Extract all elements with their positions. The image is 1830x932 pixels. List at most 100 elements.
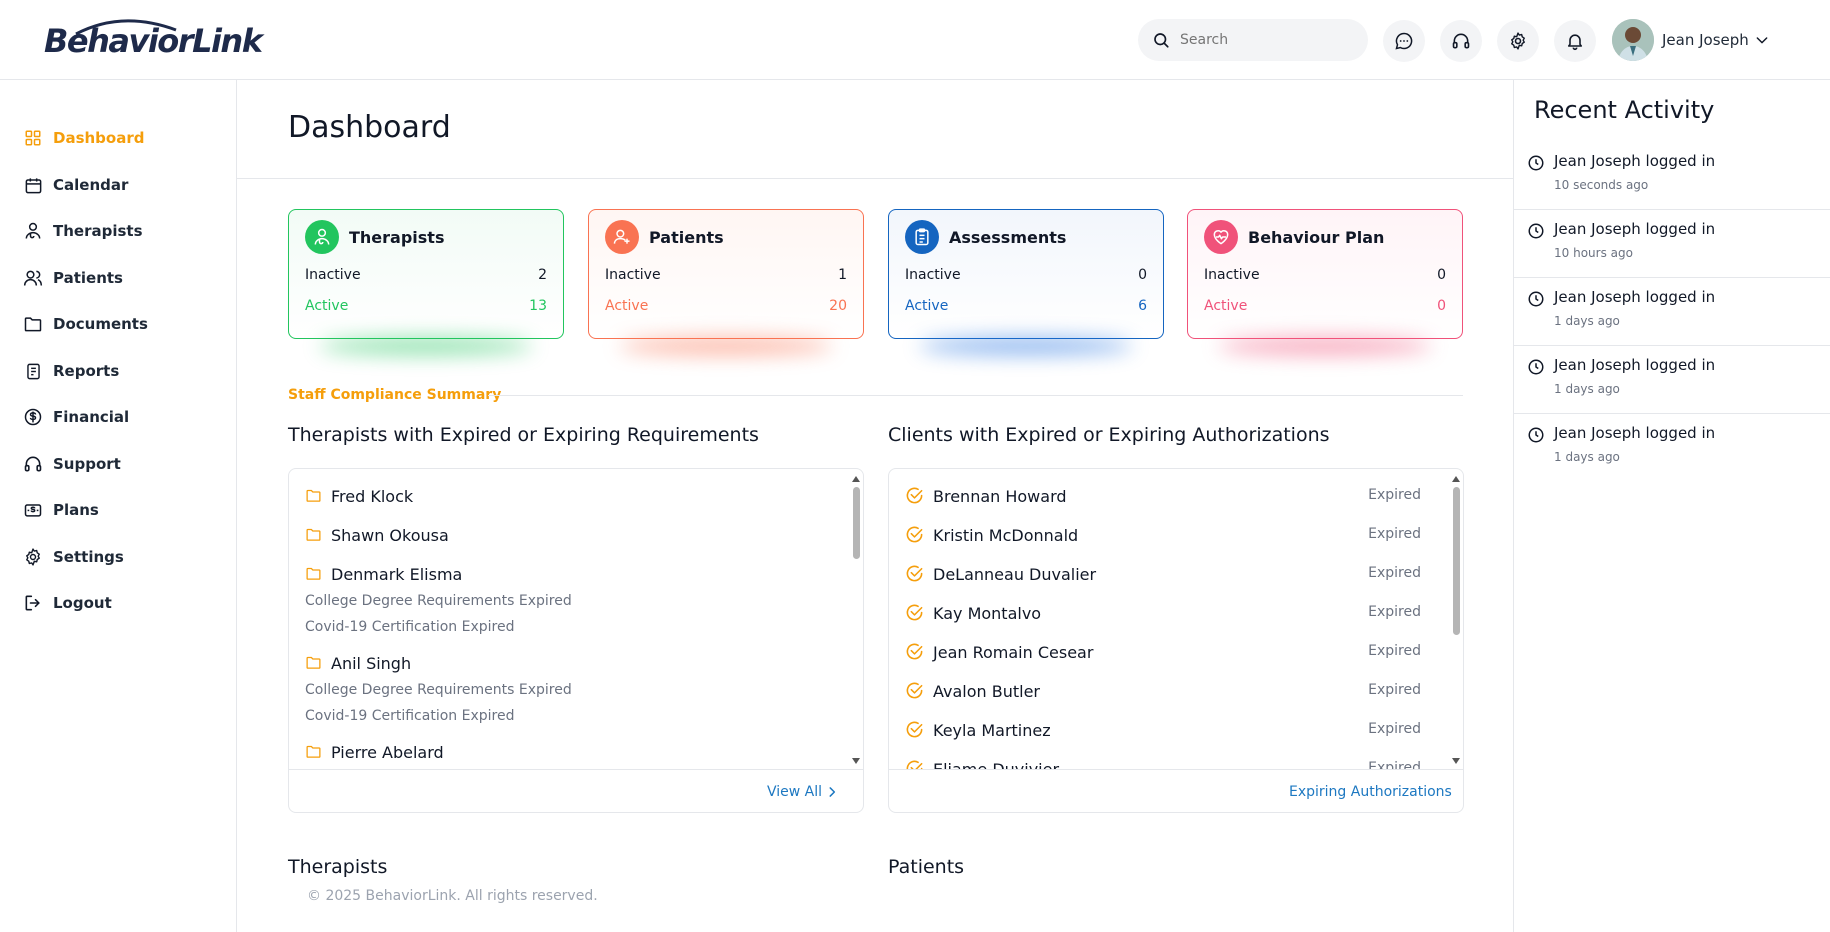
divider [488, 395, 1463, 396]
list-item[interactable]: Keyla Martinez Expired [905, 720, 1445, 744]
clock-icon [1528, 427, 1544, 443]
sidebar-item-patients[interactable]: Patients [22, 266, 123, 290]
sidebar-item-financial[interactable]: Financial [22, 405, 129, 429]
folder-icon [306, 528, 321, 541]
sidebar-item-calendar[interactable]: Calendar [22, 173, 128, 197]
status-label: Expired [1368, 487, 1421, 503]
sidebar-item-logout[interactable]: Logout [22, 591, 112, 615]
status-label: Expired [1368, 643, 1421, 659]
report-icon [22, 360, 44, 382]
patients-section-title: Patients [888, 856, 965, 878]
clipboard-icon [905, 220, 939, 254]
user-name[interactable]: Jean Joseph [1662, 31, 1749, 49]
client-name: Kristin McDonnald [933, 526, 1079, 545]
status-label: Expired [1368, 604, 1421, 620]
list-item[interactable]: Kristin McDonnald Expired [905, 525, 1445, 549]
card-title: Therapists [349, 228, 445, 247]
sidebar-item-reports[interactable]: Reports [22, 359, 119, 383]
client-name: Avalon Butler [933, 682, 1040, 701]
sidebar-item-label: Logout [53, 594, 112, 612]
scrollbar-thumb[interactable] [1453, 487, 1460, 635]
sidebar-item-label: Calendar [53, 176, 129, 194]
inactive-label: Inactive [605, 267, 661, 283]
activity-time: 1 days ago [1554, 382, 1620, 396]
folder-icon [306, 567, 321, 580]
behaviour-plan-card[interactable]: Behaviour Plan Inactive 0 Active 0 [1187, 209, 1463, 354]
section-label: Staff Compliance Summary [288, 387, 502, 403]
divider [237, 178, 1513, 179]
sidebar: Dashboard Calendar Therapists Patients D… [0, 80, 237, 932]
clock-icon [1528, 155, 1544, 171]
sidebar-item-therapists[interactable]: Therapists [22, 219, 143, 243]
inactive-label: Inactive [305, 267, 361, 283]
scrollbar[interactable] [1451, 475, 1461, 765]
sidebar-item-support[interactable]: Support [22, 452, 121, 476]
search-box[interactable] [1138, 19, 1368, 61]
activity-item: Jean Joseph logged in 1 days ago [1514, 414, 1830, 482]
expiring-authorizations-link[interactable]: Expiring Authorizations [1289, 784, 1452, 800]
client-name: Brennan Howard [933, 487, 1067, 506]
settings-button[interactable] [1497, 20, 1539, 62]
active-count: 20 [829, 298, 847, 314]
requirement-status: College Degree Requirements Expired [305, 593, 572, 609]
list-item[interactable]: Jean Romain Cesear Expired [905, 642, 1445, 666]
list-item[interactable]: Brennan Howard Expired [905, 486, 1445, 510]
activity-text: Jean Joseph logged in [1554, 424, 1716, 442]
clock-icon [1528, 291, 1544, 307]
bell-icon [1567, 34, 1583, 51]
scroll-up-icon [1452, 476, 1460, 482]
avatar[interactable] [1612, 19, 1654, 61]
activity-text: Jean Joseph logged in [1554, 288, 1716, 306]
search-input[interactable] [1180, 19, 1360, 61]
support-button[interactable] [1440, 20, 1482, 62]
scroll-down-icon [852, 758, 860, 764]
therapist-name: Fred Klock [331, 487, 414, 506]
sidebar-item-settings[interactable]: Settings [22, 545, 124, 569]
active-count: 0 [1437, 298, 1446, 314]
status-label: Expired [1368, 565, 1421, 581]
activity-item: Jean Joseph logged in 1 days ago [1514, 346, 1830, 414]
scrollbar-thumb[interactable] [853, 487, 860, 559]
therapists-section-title: Therapists [288, 856, 388, 878]
check-circle-icon [906, 565, 923, 582]
check-circle-icon [906, 526, 923, 543]
check-circle-icon [906, 682, 923, 699]
client-name: Kay Montalvo [933, 604, 1042, 623]
sidebar-item-documents[interactable]: Documents [22, 312, 148, 336]
assessments-card[interactable]: Assessments Inactive 0 Active 6 [888, 209, 1164, 354]
folder-icon [306, 745, 321, 758]
therapist-name: Denmark Elisma [331, 565, 463, 584]
scroll-down-icon [1452, 758, 1460, 764]
clients-authorizations-list[interactable]: Brennan Howard Expired Kristin McDonnald… [889, 469, 1463, 769]
sidebar-item-plans[interactable]: Plans [22, 498, 99, 522]
scrollbar[interactable] [851, 475, 861, 765]
therapist-icon [22, 220, 44, 242]
list-item[interactable]: Avalon Butler Expired [905, 681, 1445, 705]
activity-text: Jean Joseph logged in [1554, 152, 1716, 170]
therapists-requirements-list[interactable]: Fred Klock Shawn Okousa Denmark Elisma C… [289, 469, 863, 769]
list-item[interactable]: DeLanneau Duvalier Expired [905, 564, 1445, 588]
activity-item: Jean Joseph logged in 10 hours ago [1514, 210, 1830, 278]
status-label: Expired [1368, 721, 1421, 737]
check-circle-icon [906, 487, 923, 504]
sidebar-item-label: Documents [53, 315, 148, 333]
active-label: Active [905, 298, 949, 314]
client-name: Jean Romain Cesear [933, 643, 1094, 662]
search-icon [1154, 33, 1169, 48]
sidebar-item-label: Patients [53, 269, 123, 287]
activity-time: 10 seconds ago [1554, 178, 1649, 192]
notifications-button[interactable] [1554, 20, 1596, 62]
chevron-down-icon[interactable] [1754, 32, 1770, 48]
patients-card[interactable]: Patients Inactive 1 Active 20 [588, 209, 864, 354]
therapists-card[interactable]: Therapists Inactive 2 Active 13 [288, 209, 564, 354]
list-item[interactable]: Eliame Duvivier Expired [905, 759, 1445, 769]
messages-button[interactable] [1383, 20, 1425, 62]
check-circle-icon [906, 604, 923, 621]
inactive-label: Inactive [905, 267, 961, 283]
chat-icon [1395, 32, 1413, 50]
sidebar-item-dashboard[interactable]: Dashboard [22, 126, 144, 150]
view-all-link[interactable]: View All [767, 784, 822, 800]
brand-name: BehaviorLink [44, 22, 263, 60]
chevron-right-icon[interactable] [825, 785, 839, 799]
list-item[interactable]: Kay Montalvo Expired [905, 603, 1445, 627]
